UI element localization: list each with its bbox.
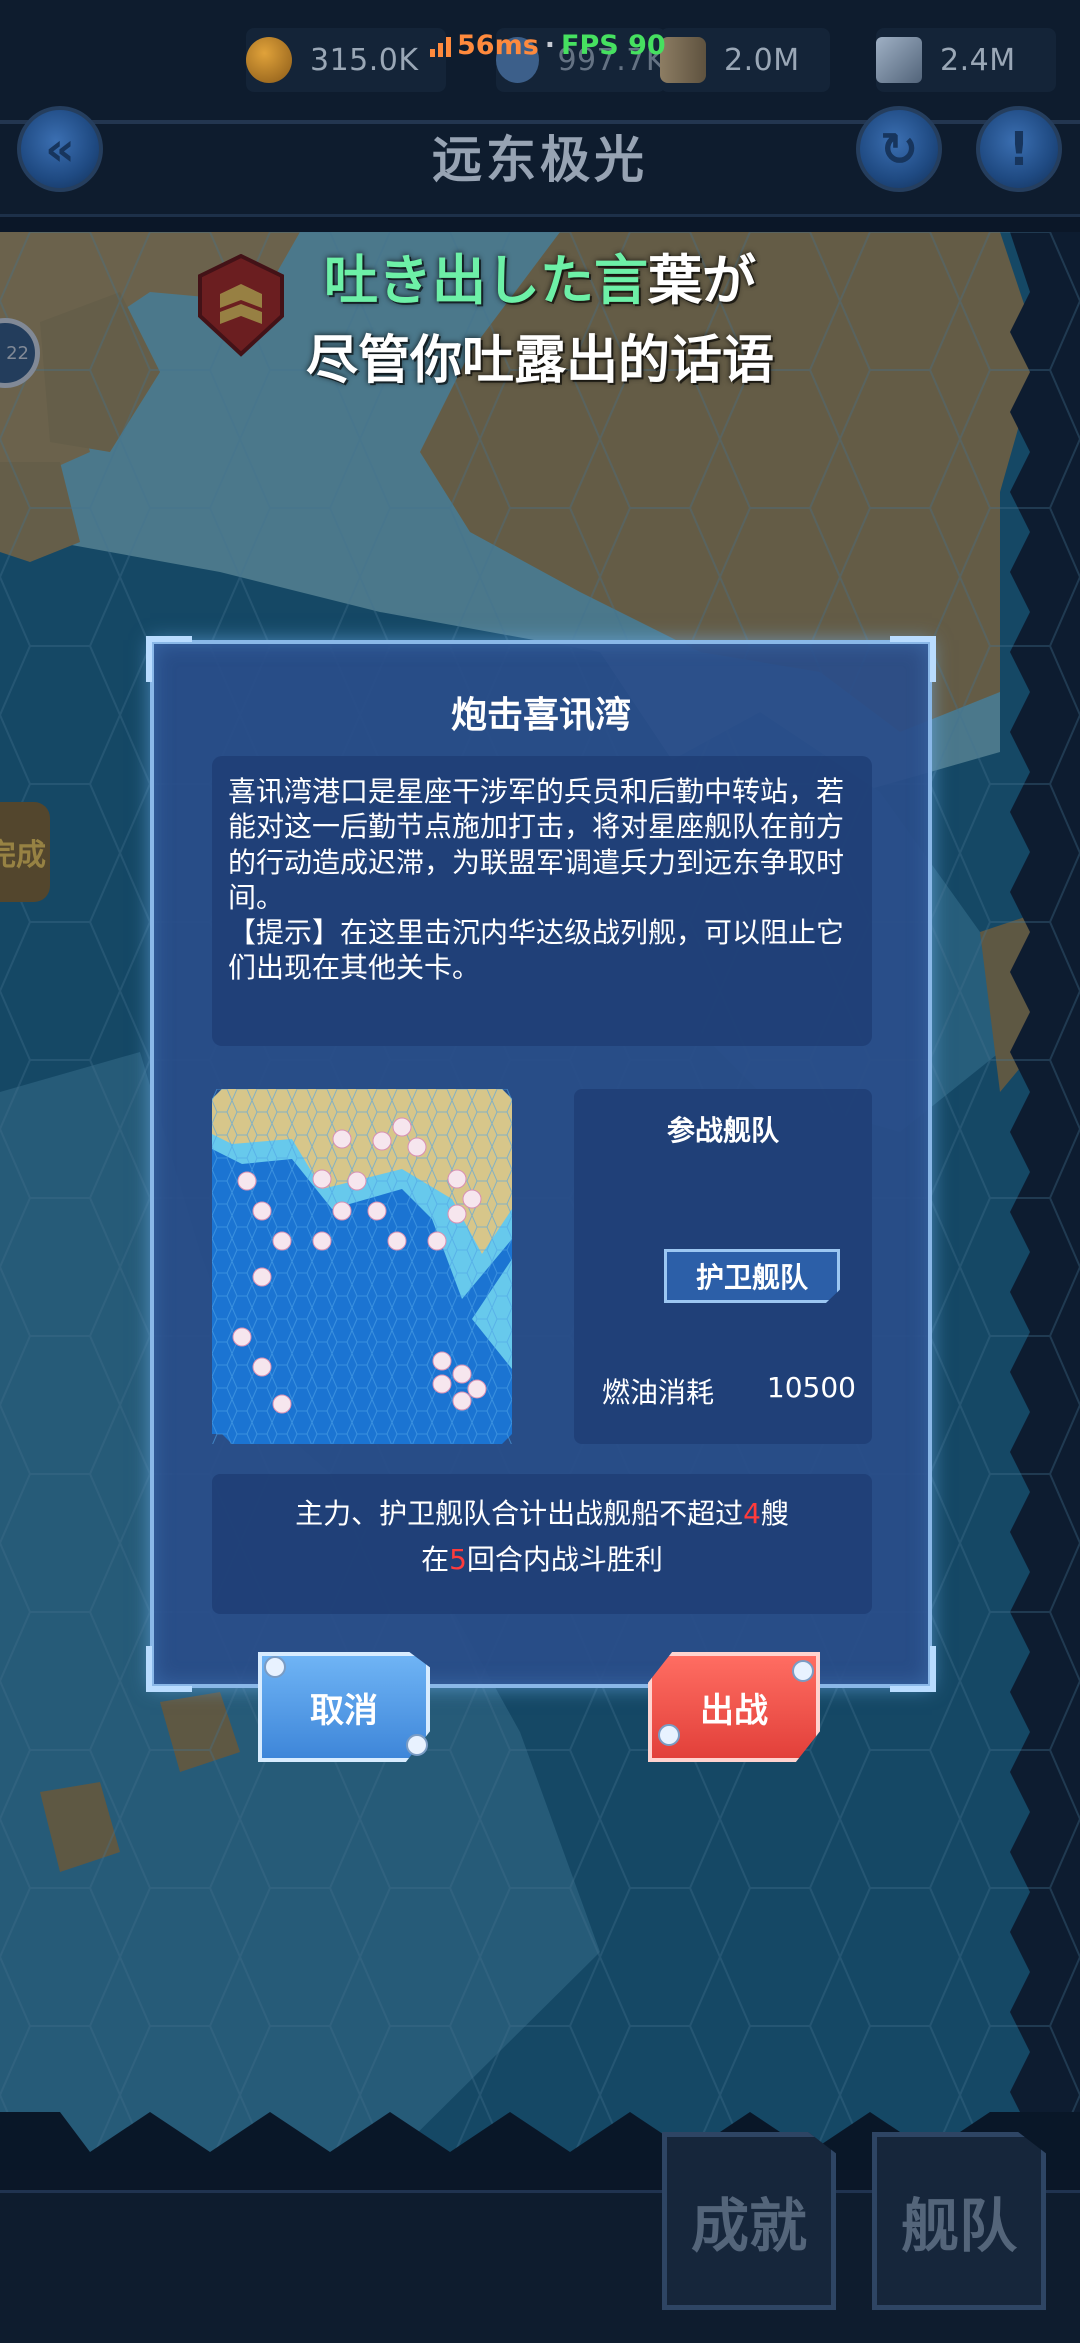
resource-steel[interactable]: 2.4M — [876, 28, 1056, 92]
condition1-unit: 艘 — [760, 1497, 789, 1530]
stage-minimap — [212, 1089, 512, 1444]
condition2-text: 在 — [421, 1543, 450, 1576]
steel-icon — [876, 37, 922, 83]
bolt-icon — [658, 1724, 680, 1746]
sortie-button-label: 出战 — [700, 1690, 768, 1731]
info-button[interactable]: ! — [976, 106, 1062, 192]
perf-separator: · — [544, 30, 556, 61]
bolt-icon — [264, 1656, 286, 1678]
refresh-button[interactable]: ↻ — [856, 106, 942, 192]
fleet-label: 舰队 — [900, 2192, 1017, 2260]
stage-description-text: 喜讯湾港口是星座干涉军的兵员和后勤中转站，若能对这一后勤节点施加打击，将对星座舰… — [228, 775, 845, 985]
frame-corner — [146, 636, 192, 682]
perf-fps: FPS 90 — [561, 30, 666, 61]
stage-dialog: 炮击喜讯湾 喜讯湾港口是星座干涉军的兵员和后勤中转站，若能对这一后勤节点施加打击… — [146, 636, 936, 1692]
exclamation-icon: ! — [1008, 122, 1030, 176]
lyric-line-1: 吐き出した言葉が — [0, 236, 1080, 315]
fleet-tab[interactable]: 舰队 — [872, 2132, 1046, 2310]
coin-value: 315.0K — [310, 42, 419, 78]
condition2-suffix: 回合内战斗胜利 — [466, 1543, 663, 1576]
fleet-title: 参战舰队 — [666, 1114, 779, 1147]
condition2-number: 5 — [449, 1543, 467, 1576]
frame-corner — [890, 636, 936, 682]
condition1-text: 主力、护卫舰队合计出战舰船不超过 — [295, 1497, 744, 1530]
ammo-value: 2.0M — [724, 42, 800, 78]
stage-title: 炮击喜讯湾 — [450, 695, 631, 736]
escort-fleet-button[interactable]: 护卫舰队 — [664, 1249, 840, 1303]
resource-bar: 315.0K 997.7K 2.0M 2.4M 56ms · FPS 90 — [0, 0, 1080, 122]
fuel-value: 10500 — [766, 1371, 856, 1404]
bolt-icon — [406, 1734, 428, 1756]
steel-value: 2.4M — [940, 42, 1016, 78]
condition1-number: 4 — [743, 1497, 761, 1530]
cancel-button-label: 取消 — [310, 1690, 378, 1731]
achievements-label: 成就 — [690, 2192, 807, 2260]
coin-icon — [246, 37, 292, 83]
lyric-line-1-white: 葉が — [648, 249, 756, 312]
frame-corner — [890, 1646, 936, 1692]
lyric-line-2: 尽管你吐露出的话语 — [305, 331, 774, 391]
perf-overlay: 56ms · FPS 90 — [430, 30, 666, 61]
signal-icon — [430, 35, 451, 57]
fuel-label: 燃油消耗 — [602, 1376, 715, 1409]
perf-ping: 56ms — [457, 30, 539, 61]
resource-ammo[interactable]: 2.0M — [660, 28, 830, 92]
victory-conditions: 主力、护卫舰队合计出战舰船不超过4艘 在5回合内战斗胜利 — [212, 1474, 872, 1614]
fleet-panel: 参战舰队 护卫舰队 燃油消耗 10500 — [574, 1089, 872, 1444]
condition-ship-limit: 主力、护卫舰队合计出战舰船不超过4艘 — [212, 1492, 872, 1532]
condition-turn-limit: 在5回合内战斗胜利 — [212, 1538, 872, 1578]
stage-description: 喜讯湾港口是星座干涉军的兵员和后勤中转站，若能对这一后勤节点施加打击，将对星座舰… — [212, 756, 872, 1046]
ammo-icon — [660, 37, 706, 83]
bolt-icon — [792, 1660, 814, 1682]
frame-corner — [146, 1646, 192, 1692]
refresh-icon: ↻ — [879, 122, 919, 176]
resource-coin[interactable]: 315.0K — [246, 28, 446, 92]
achievements-tab[interactable]: 成就 — [662, 2132, 836, 2310]
lyric-line-1-green: 吐き出した言 — [324, 249, 648, 312]
